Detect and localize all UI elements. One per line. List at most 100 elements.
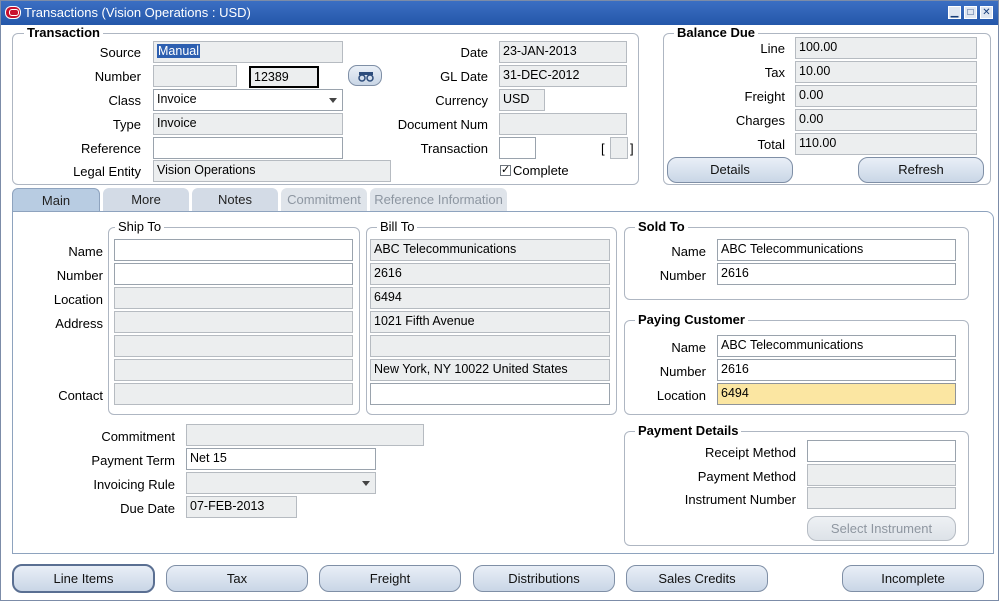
sales-credits-button[interactable]: Sales Credits <box>626 565 768 592</box>
select-instrument-button[interactable]: Select Instrument <box>807 516 956 541</box>
refresh-button[interactable]: Refresh <box>858 157 984 183</box>
type-label: Type <box>112 117 141 132</box>
minimize-icon[interactable]: ▁ <box>948 6 961 19</box>
incomplete-button[interactable]: Incomplete <box>842 565 984 592</box>
ship-to-contact-field[interactable] <box>114 383 353 405</box>
bill-to-number-field[interactable]: 2616 <box>370 263 610 285</box>
charges-label: Charges <box>735 113 785 128</box>
ship-to-number-field[interactable] <box>114 263 353 285</box>
tab-notes[interactable]: Notes <box>192 188 278 212</box>
paying-customer-number-label: Number <box>659 364 706 379</box>
reference-label: Reference <box>81 141 141 156</box>
sold-to-legend: Sold To <box>635 219 688 234</box>
bill-to-address-line-2[interactable] <box>370 335 610 357</box>
source-value: Manual <box>157 44 200 58</box>
tax-amount-field[interactable]: 10.00 <box>795 61 977 83</box>
document-num-field[interactable] <box>499 113 627 135</box>
distributions-button[interactable]: Distributions <box>473 565 615 592</box>
glasses-icon <box>358 72 374 82</box>
dff-bracket-close: ] <box>630 141 634 156</box>
type-field[interactable]: Invoice <box>153 113 343 135</box>
ship-to-name-field[interactable] <box>114 239 353 261</box>
receipt-method-label: Receipt Method <box>704 445 796 460</box>
tab-reference-information[interactable]: Reference Information <box>370 188 507 212</box>
sold-to-name-field[interactable]: ABC Telecommunications <box>717 239 956 261</box>
transaction-flex-field[interactable] <box>499 137 536 159</box>
commitment-label: Commitment <box>101 429 175 444</box>
date-label: Date <box>460 45 488 60</box>
line-amount-field[interactable]: 100.00 <box>795 37 977 59</box>
tax-label: Tax <box>764 65 785 80</box>
ship-to-legend: Ship To <box>115 219 165 234</box>
class-select[interactable]: Invoice <box>153 89 343 111</box>
currency-label: Currency <box>435 93 488 108</box>
instrument-number-field[interactable] <box>807 487 956 509</box>
freight-button[interactable]: Freight <box>319 565 461 592</box>
payment-term-field[interactable]: Net 15 <box>186 448 376 470</box>
ship-to-address-line-1[interactable] <box>114 311 353 333</box>
bill-to-location-field[interactable]: 6494 <box>370 287 610 309</box>
instrument-number-label: Instrument Number <box>684 492 796 507</box>
number-field[interactable]: 12389 <box>249 66 319 88</box>
number-prefix-field[interactable] <box>153 65 237 87</box>
bill-to-contact-field[interactable] <box>370 383 610 405</box>
class-value: Invoice <box>157 92 197 106</box>
title-bar[interactable]: Transactions (Vision Operations : USD) ▁… <box>1 1 998 25</box>
oracle-app-icon <box>5 6 21 19</box>
sold-to-number-label: Number <box>659 268 706 283</box>
ship-to-address-line-3[interactable] <box>114 359 353 381</box>
invoicing-rule-label: Invoicing Rule <box>93 477 175 492</box>
bill-to-name-field[interactable]: ABC Telecommunications <box>370 239 610 261</box>
charges-amount-field[interactable]: 0.00 <box>795 109 977 131</box>
number-lookup-button[interactable] <box>348 65 382 86</box>
maximize-icon[interactable]: □ <box>964 6 977 19</box>
paying-customer-name-field[interactable]: ABC Telecommunications <box>717 335 956 357</box>
ship-to-name-label: Name <box>68 244 103 259</box>
payment-details-legend: Payment Details <box>635 423 742 438</box>
ship-to-address-label: Address <box>55 316 103 331</box>
invoicing-rule-select[interactable] <box>186 472 376 494</box>
paying-customer-location-label: Location <box>656 388 706 403</box>
due-date-field[interactable]: 07-FEB-2013 <box>186 496 297 518</box>
ship-to-address-line-2[interactable] <box>114 335 353 357</box>
tax-button[interactable]: Tax <box>166 565 308 592</box>
close-icon[interactable]: ✕ <box>980 6 993 19</box>
details-button[interactable]: Details <box>667 157 793 183</box>
date-field[interactable]: 23-JAN-2013 <box>499 41 627 63</box>
freight-label: Freight <box>744 89 785 104</box>
transactions-window: Transactions (Vision Operations : USD) ▁… <box>0 0 999 601</box>
currency-field[interactable]: USD <box>499 89 545 111</box>
complete-label: Complete <box>513 163 569 178</box>
balance-due-legend: Balance Due <box>674 25 759 40</box>
descriptive-flexfield[interactable] <box>610 137 628 159</box>
payment-method-field[interactable] <box>807 464 956 486</box>
legal-entity-field[interactable]: Vision Operations <box>153 160 391 182</box>
total-amount-field[interactable]: 110.00 <box>795 133 977 155</box>
payment-method-label: Payment Method <box>697 469 796 484</box>
line-items-button[interactable]: Line Items <box>12 564 155 593</box>
commitment-field[interactable] <box>186 424 424 446</box>
receipt-method-field[interactable] <box>807 440 956 462</box>
ship-to-contact-label: Contact <box>58 388 103 403</box>
document-num-label: Document Num <box>397 117 488 132</box>
freight-amount-field[interactable]: 0.00 <box>795 85 977 107</box>
paying-customer-number-field[interactable]: 2616 <box>717 359 956 381</box>
paying-customer-name-label: Name <box>671 340 706 355</box>
source-field[interactable]: Manual <box>153 41 343 63</box>
tab-main[interactable]: Main <box>12 188 100 212</box>
reference-field[interactable] <box>153 137 343 159</box>
bill-to-address-line-3[interactable]: New York, NY 10022 United States <box>370 359 610 381</box>
bill-to-legend: Bill To <box>377 219 418 234</box>
transaction-legend: Transaction <box>24 25 103 40</box>
tab-more[interactable]: More <box>103 188 189 212</box>
paying-customer-location-field[interactable]: 6494 <box>717 383 956 405</box>
bill-to-address-line-1[interactable]: 1021 Fifth Avenue <box>370 311 610 333</box>
ship-to-location-field[interactable] <box>114 287 353 309</box>
line-label: Line <box>760 41 785 56</box>
dff-bracket-open: [ <box>601 141 605 156</box>
sold-to-number-field[interactable]: 2616 <box>717 263 956 285</box>
gl-date-field[interactable]: 31-DEC-2012 <box>499 65 627 87</box>
complete-checkbox[interactable]: ✓ <box>500 165 511 176</box>
paying-customer-legend: Paying Customer <box>635 312 748 327</box>
tab-commitment[interactable]: Commitment <box>281 188 367 212</box>
